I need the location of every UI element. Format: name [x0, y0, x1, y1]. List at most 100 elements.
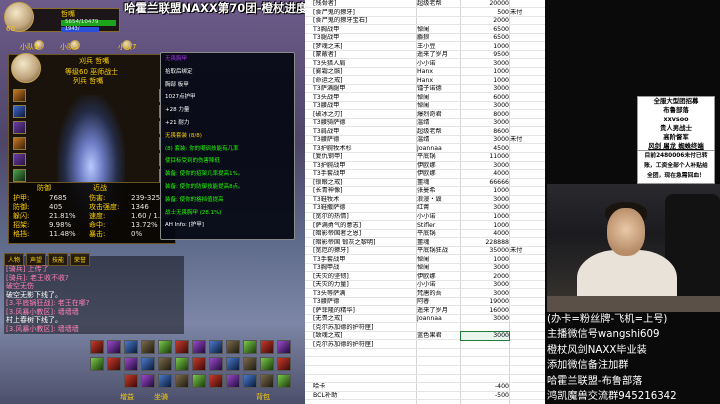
cell-buyer[interactable]: Joannaa — [417, 315, 461, 323]
chat-tab-2[interactable]: 技能 — [48, 253, 69, 266]
cell-item[interactable]: [宽厄的獠牙] — [313, 247, 413, 255]
cell-amount[interactable]: 1000 — [461, 68, 509, 76]
sheet-row[interactable]: T3护腕牧术杉 Joannaa 4500 — [305, 145, 545, 153]
cell-item[interactable]: [萨满勇气的意志] — [313, 222, 413, 230]
action-button[interactable] — [158, 374, 172, 388]
action-button[interactable] — [124, 374, 138, 388]
cell-item[interactable]: T3护腕战甲 — [313, 162, 413, 170]
sheet-row[interactable]: [梦魂之末] 王小豆 1000 — [305, 43, 545, 51]
cell-amount[interactable]: 4000 — [461, 230, 509, 238]
cell-buyer[interactable]: 超级老帮 — [417, 128, 461, 136]
cell-buyer[interactable]: 温靖 — [417, 119, 461, 127]
cell-amount[interactable]: 2000 — [461, 17, 509, 25]
stats-tab-melee[interactable]: 近战 — [93, 185, 107, 192]
sheet-row[interactable]: [长青神像] 张曼希 1000 — [305, 187, 545, 196]
cell-amount[interactable]: 35000 — [461, 247, 509, 255]
cell-item[interactable]: T3头猎人肩 — [313, 60, 413, 68]
cell-buyer[interactable]: 平底锅 — [417, 230, 461, 238]
action-button[interactable] — [192, 340, 206, 354]
cell-amount[interactable]: 3000 — [461, 204, 509, 212]
cell-amount[interactable]: 11000 — [461, 153, 509, 161]
equip-slot-head[interactable] — [13, 89, 26, 102]
party-member-3[interactable]: 小队7 — [118, 44, 136, 51]
sheet-row[interactable]: T3胸甲战 悼阑 3000 — [305, 264, 545, 273]
cell-buyer[interactable]: 伊欧娜 — [417, 273, 461, 281]
cell-item[interactable]: T3腿战甲 — [313, 34, 413, 42]
cell-buyer[interactable]: 爆烈奇君 — [417, 111, 461, 119]
cell-amount[interactable]: 8600 — [461, 128, 509, 136]
cell-item[interactable]: BCL补助 — [313, 392, 413, 400]
sheet-row[interactable]: T3头战甲 悼阑 6000 — [305, 94, 545, 102]
cell-amount[interactable]: 4500 — [461, 145, 509, 153]
cell-buyer[interactable]: 小小诺 — [417, 213, 461, 221]
action-button[interactable] — [226, 374, 240, 388]
action-button[interactable] — [277, 357, 291, 371]
action-button[interactable] — [107, 357, 121, 371]
action-button[interactable] — [243, 357, 257, 371]
sheet-row[interactable]: 哈卡 -400 — [305, 383, 545, 392]
cell-item[interactable]: T3手套战甲 — [313, 170, 413, 178]
cell-item[interactable]: [长青神像] — [313, 187, 413, 195]
action-button[interactable] — [209, 340, 223, 354]
action-button[interactable] — [141, 340, 155, 354]
action-button[interactable] — [277, 340, 291, 354]
cell-buyer[interactable]: 悼阑 — [417, 94, 461, 102]
cell-item[interactable]: [复仇钢甲] — [313, 153, 413, 161]
sheet-row[interactable]: [锁眼之戒] 噩魂 66666 — [305, 179, 545, 188]
cell-amount[interactable]: 6500 — [461, 34, 509, 42]
equip-slot-chest[interactable] — [13, 153, 26, 166]
cell-buyer[interactable]: 浪漫・毁 — [417, 196, 461, 204]
cell-amount[interactable]: 8000 — [461, 111, 509, 119]
sheet-row[interactable]: [萨满勇气的意志] Stifler 1000 — [305, 222, 545, 230]
sheet-row[interactable]: T3手套战甲 伊欧娜 4000 — [305, 170, 545, 179]
action-button[interactable] — [209, 357, 223, 371]
sheet-row[interactable]: [残骨者] 超级老帮 20000 — [305, 0, 545, 9]
sheet-row[interactable]: T3萨满腿甲 镭子诺德 3000 — [305, 85, 545, 94]
action-button[interactable] — [277, 374, 291, 388]
sheet-row[interactable]: T3腰萨德 温靖 3000 未付 — [305, 136, 545, 145]
cell-item[interactable]: T3腰战甲 — [313, 102, 413, 110]
cell-buyer[interactable]: 悼阑 — [417, 256, 461, 264]
cell-note[interactable]: 未付 — [510, 247, 540, 255]
cell-item[interactable]: T3鞋牧术 — [313, 196, 413, 204]
cell-amount[interactable]: 20000 — [461, 0, 509, 8]
cell-buyer[interactable]: Hanx — [417, 68, 461, 76]
sheet-row[interactable]: T3腿战甲 麝狼 6500 — [305, 34, 545, 43]
cell-buyer[interactable]: 红菁 — [417, 204, 461, 212]
cell-amount[interactable]: 3000 — [461, 162, 509, 170]
equip-slot-shoulder[interactable] — [13, 121, 26, 134]
sheet-row[interactable]: [复仇钢甲] 平底锅 11000 — [305, 153, 545, 162]
action-button[interactable] — [158, 357, 172, 371]
cell-amount[interactable]: 3000 — [461, 102, 509, 110]
cell-buyer[interactable]: 平底锅 — [417, 153, 461, 161]
cell-amount[interactable]: 3000 — [461, 264, 509, 272]
action-button[interactable] — [90, 340, 104, 354]
equip-slot-back[interactable] — [13, 137, 26, 150]
cell-buyer[interactable]: 悼阑 — [417, 264, 461, 272]
cell-amount[interactable]: 3000 — [461, 60, 509, 68]
sheet-row[interactable]: [宽尔的热情] 小小诺 1000 — [305, 213, 545, 222]
cell-amount[interactable]: 4000 — [461, 170, 509, 178]
sheet-row[interactable]: [食尸鬼的獠牙宝石] 2000 — [305, 17, 545, 26]
cell-item[interactable]: [雾霜之骸] — [313, 68, 413, 76]
cell-item[interactable]: [食尸鬼的獠牙宝石] — [313, 17, 413, 25]
cell-buyer[interactable]: 王小豆 — [417, 43, 461, 51]
cell-item[interactable]: [破冰之刃] — [313, 111, 413, 119]
cell-buyer[interactable]: Joannaa — [417, 145, 461, 153]
cell-amount[interactable]: 1000 — [461, 256, 509, 264]
cell-amount[interactable]: 1000 — [461, 213, 509, 221]
cell-item[interactable]: T3腰骑萨德 — [313, 119, 413, 127]
action-button[interactable] — [107, 340, 121, 354]
cell-amount[interactable]: 1000 — [461, 77, 509, 85]
sheet-row[interactable] — [305, 366, 545, 375]
cell-amount[interactable]: 6000 — [461, 94, 509, 102]
cell-item[interactable]: [天灾的力量] — [313, 281, 413, 289]
action-button[interactable] — [158, 340, 172, 354]
cell-buyer[interactable]: 伊欧娜 — [417, 162, 461, 170]
action-button[interactable] — [124, 340, 138, 354]
action-button[interactable] — [124, 357, 138, 371]
sheet-row[interactable]: [雾霜之骸] Hanx 1000 — [305, 68, 545, 77]
cell-amount[interactable]: 9500 — [461, 51, 509, 59]
cell-buyer[interactable]: 噩魂 — [417, 179, 461, 187]
action-button[interactable] — [209, 374, 223, 388]
